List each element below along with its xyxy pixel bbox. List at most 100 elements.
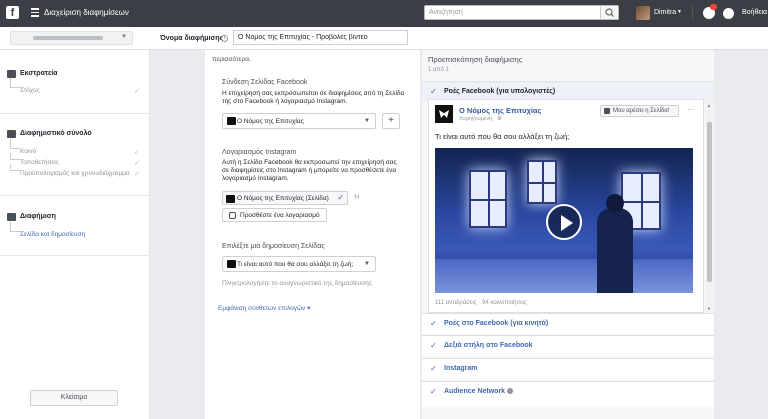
- fb-page-description: της στο Facebook ή λογαριασμό Instagram.: [222, 98, 348, 105]
- close-button[interactable]: Κλείσιμο: [30, 390, 118, 406]
- check-icon: ✓: [430, 341, 437, 350]
- video-person-head: [606, 194, 624, 212]
- tree-connector: [10, 78, 20, 88]
- check-icon: ✓: [430, 87, 437, 96]
- info-icon[interactable]: [507, 388, 514, 395]
- video-person: [597, 208, 633, 293]
- facebook-logo-icon[interactable]: f: [6, 6, 19, 19]
- chevron-down-icon: ▼: [364, 118, 370, 124]
- sponsored-label: Χορηγούμενη · ⚙: [459, 116, 502, 122]
- post-preview-card: Ο Νόμος της Επιτυχίας Χορηγούμενη · ⚙ Μο…: [428, 99, 704, 313]
- page-logo-icon: [226, 195, 235, 203]
- chevron-down-icon: ▼: [364, 261, 370, 267]
- add-instagram-account-label: Προσθέστε ένα λογαριασμό: [240, 212, 320, 219]
- sidebar-item-page-post[interactable]: Σελίδα και δημοσίευση: [20, 231, 85, 238]
- post-id-hint[interactable]: Πληκτρολογήστε το αναγνωριστικό της δημο…: [222, 280, 372, 287]
- search-button[interactable]: [600, 6, 618, 19]
- check-icon: ✓: [430, 364, 437, 373]
- or-label: Ή: [354, 194, 360, 201]
- search-box: [424, 5, 619, 20]
- menu-icon[interactable]: [31, 8, 39, 17]
- page-avatar: [435, 105, 453, 123]
- search-input[interactable]: [425, 6, 600, 19]
- divider: [0, 113, 150, 114]
- page-logo-icon: [227, 117, 236, 125]
- placement-right-column[interactable]: ✓ Δεξιά στήλη στο Facebook: [422, 335, 714, 356]
- placement-label: Ροές στο Facebook (για κινητά): [444, 320, 549, 327]
- grid-icon: [7, 130, 16, 138]
- instagram-icon: [229, 212, 236, 219]
- sidebar-item-objective[interactable]: Στόχος: [20, 87, 40, 94]
- sidebar-group-campaign[interactable]: Εκστρατεία: [20, 70, 58, 77]
- sidebar-item-audience[interactable]: Κοινό: [20, 148, 36, 155]
- facebook-page-select[interactable]: Ο Νόμος της Επιτυχίας ▼: [222, 113, 376, 129]
- post-stats: 111 αντιδράσεις · 94 κοινοποιήσεις: [435, 300, 527, 306]
- ig-use-page-option[interactable]: Ο Νόμος της Επιτυχίας (Σελίδα) ✓: [222, 191, 348, 205]
- placement-audience-network[interactable]: ✓ Audience Network: [422, 381, 714, 406]
- tree-connector: [10, 164, 20, 171]
- tree-connector: [10, 153, 20, 160]
- video-frame-floor: [435, 259, 693, 293]
- add-instagram-account-button[interactable]: Προσθέστε ένα λογαριασμό: [222, 208, 327, 222]
- intro-text: περισσότερα.: [212, 56, 251, 63]
- show-advanced-options-link[interactable]: Εμφάνιση σύνθετων επιλογών ▾: [218, 304, 310, 312]
- check-icon: ✓: [337, 193, 344, 202]
- page-post-select[interactable]: Τι είναι αυτό που θα σου αλλάξει τη ζωή;…: [222, 256, 376, 272]
- scroll-down-icon[interactable]: ▼: [707, 306, 711, 311]
- preview-scrollbar[interactable]: ▲ ▼: [706, 102, 713, 312]
- tree-connector: [10, 222, 20, 232]
- placement-label: Ροές Facebook (για υπολογιστές): [444, 88, 556, 95]
- info-icon[interactable]: i: [221, 35, 228, 42]
- help-link[interactable]: Βοήθεια: [742, 9, 767, 16]
- ig-description: λογαριασμό Instagram.: [222, 175, 289, 182]
- app-title[interactable]: Διαχείριση διαφημίσεων: [44, 8, 129, 17]
- sidebar-group-ad[interactable]: Διαφήμιση: [20, 213, 56, 220]
- user-avatar[interactable]: [636, 6, 650, 20]
- chevron-down-icon[interactable]: ▼: [677, 9, 682, 15]
- placement-label: Δεξιά στήλη στο Facebook: [444, 342, 533, 349]
- folder-icon: [7, 70, 16, 78]
- ig-section-title: Λογαριασμός Instagram: [222, 149, 297, 156]
- notification-badge: [710, 4, 717, 10]
- user-name[interactable]: Dimitra: [654, 9, 676, 16]
- ad-name-label: Όνομα διαφήμισης: [160, 35, 224, 42]
- page-logo-icon: [227, 260, 236, 268]
- chevron-down-icon: ▼: [121, 34, 127, 40]
- page-post-value: Τι είναι αυτό που θα σου αλλάξει τη ζωή;: [237, 261, 354, 268]
- post-page-name[interactable]: Ο Νόμος της Επιτυχίας: [459, 106, 541, 115]
- ig-selected-page: Ο Νόμος της Επιτυχίας (Σελίδα): [237, 195, 329, 202]
- placement-label: Instagram: [444, 365, 478, 372]
- ad-icon: [7, 213, 16, 221]
- placement-mobile-feed[interactable]: ✓ Ροές στο Facebook (για κινητά): [422, 313, 714, 334]
- divider: [692, 6, 693, 20]
- sidebar-group-adset[interactable]: Διαφημιστικό σύνολο: [20, 130, 92, 137]
- redacted-campaign-name: [33, 36, 103, 40]
- sidebar-item-placements[interactable]: Τοποθετήσεις: [20, 159, 59, 166]
- window-shape: [469, 170, 507, 228]
- check-icon: ✓: [134, 88, 140, 95]
- page-gutter: [714, 50, 768, 419]
- scroll-thumb[interactable]: [707, 122, 712, 282]
- check-icon: ✓: [134, 171, 140, 178]
- check-icon: ✓: [430, 387, 437, 396]
- more-options-icon[interactable]: ···: [687, 105, 695, 114]
- sidebar: Εκστρατεία Στόχος ✓ Διαφημιστικό σύνολο …: [0, 50, 150, 419]
- scroll-up-icon[interactable]: ▲: [707, 103, 711, 108]
- post-text: Τι είναι αυτό που θα σου αλλάξει τη ζωή;: [435, 132, 570, 141]
- fb-page-section-title: Σύνδεση Σελίδας Facebook: [222, 79, 308, 86]
- post-section-title: Επιλέξτε μια δημοσίευση Σελίδας: [222, 243, 325, 250]
- campaign-selector[interactable]: ▼: [10, 31, 133, 45]
- check-icon: ✓: [430, 319, 437, 328]
- play-icon[interactable]: [546, 204, 582, 240]
- help-icon[interactable]: [723, 8, 734, 19]
- placement-instagram[interactable]: ✓ Instagram: [422, 358, 714, 379]
- search-icon: [605, 8, 614, 17]
- sidebar-item-budget-schedule[interactable]: Προϋπολογισμός και χρονοδιάγραμμα: [20, 170, 130, 177]
- like-page-button[interactable]: Μου αρέσει η Σελίδα!: [600, 105, 679, 117]
- window-shape: [527, 160, 557, 204]
- add-page-button[interactable]: +: [382, 113, 400, 129]
- divider: [0, 255, 150, 256]
- ad-name-input[interactable]: [233, 30, 408, 45]
- post-video[interactable]: [435, 148, 693, 293]
- preview-title: Προεπισκόπηση διαφήμισης: [428, 55, 523, 64]
